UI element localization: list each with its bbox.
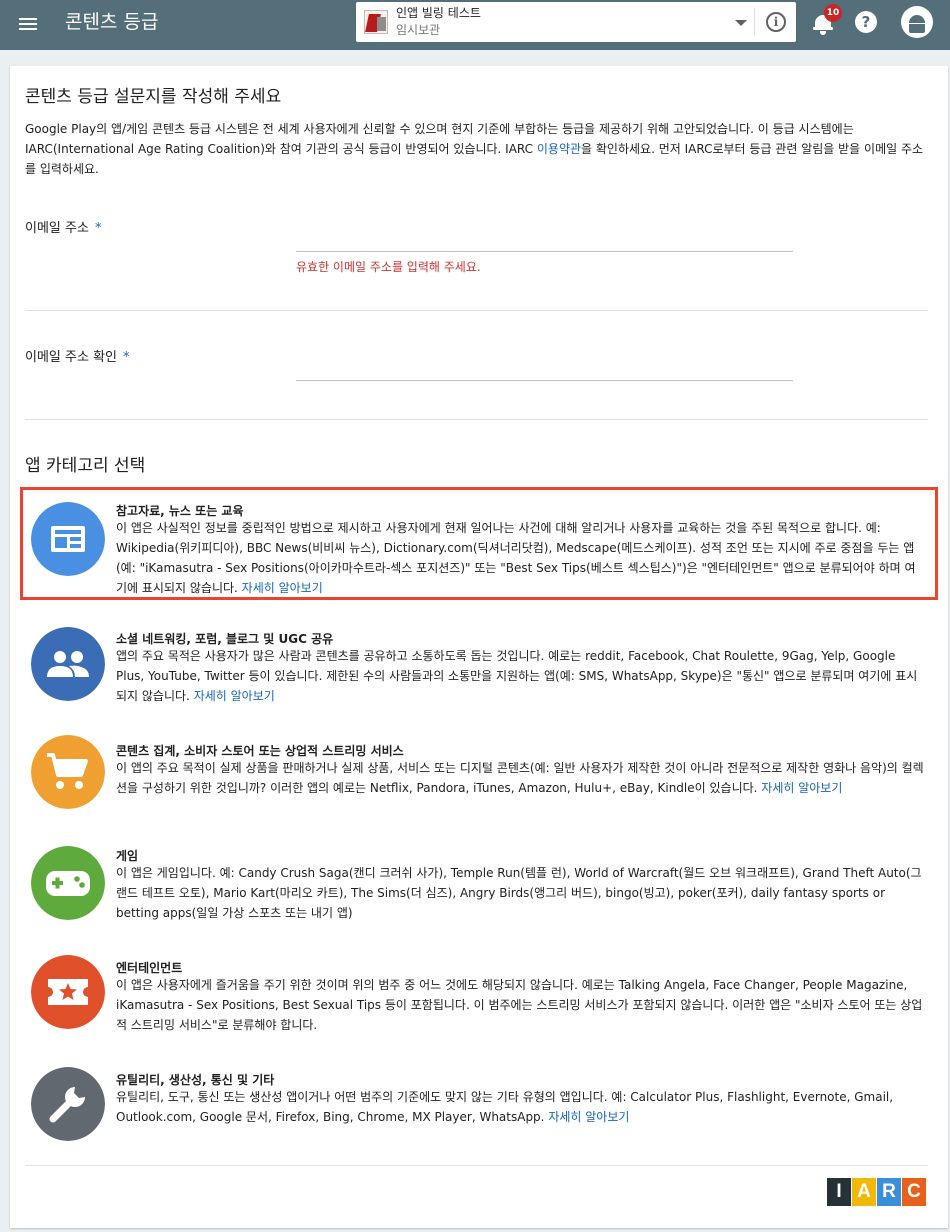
category-title: 유틸리티, 생산성, 통신 및 기타 [116, 1073, 275, 1087]
email-confirm-label: 이메일 주소 확인 * [25, 346, 130, 365]
category-option-games[interactable]: 게임 이 앱은 게임입니다. 예: Candy Crush Saga(캔디 크러… [20, 838, 938, 938]
app-name: 인앱 빌링 테스트 [396, 6, 481, 20]
divider [25, 1165, 928, 1166]
category-description-text: 이 앱은 사용자에게 즐거움을 주기 위한 것이며 위의 범주 중 어느 것에도… [116, 978, 923, 1032]
email-confirm-label-text: 이메일 주소 확인 [25, 350, 117, 365]
category-description-text: 유틸리티, 도구, 통신 또는 생산성 앱이거나 어떤 범주의 기준에도 맞지 … [116, 1090, 894, 1124]
category-description-text: 이 앱은 게임입니다. 예: Candy Crush Saga(캔디 크러쉬 사… [116, 866, 922, 920]
learn-more-link[interactable]: 자세히 알아보기 [194, 689, 275, 703]
category-title: 엔터테인먼트 [116, 961, 183, 975]
cart-icon [31, 735, 105, 809]
page-title: 콘텐츠 등급 [65, 11, 159, 33]
wrench-icon [31, 1067, 105, 1141]
category-option-store-streaming[interactable]: 콘텐츠 집계, 소비자 스토어 또는 상업적 스트리밍 서비스 이 앱의 주요 … [20, 731, 938, 831]
app-selector-dropdown[interactable]: 인앱 빌링 테스트 임시보관 i [356, 2, 796, 42]
category-title: 참고자료, 뉴스 또는 교육 [116, 504, 244, 518]
category-option-reference-news-education[interactable]: 참고자료, 뉴스 또는 교육 이 앱은 사실적인 정보를 중립적인 방법으로 제… [20, 487, 938, 600]
category-description: 이 앱은 사용자에게 즐거움을 주기 위한 것이며 위의 범주 중 어느 것에도… [116, 975, 926, 1035]
iarc-logo-letter: I [827, 1178, 851, 1206]
terms-link[interactable]: 이용약관 [537, 142, 581, 156]
category-option-social-networking[interactable]: 소셜 네트워킹, 포럼, 블로그 및 UGC 공유 앱의 주요 목적은 사용자가… [20, 619, 938, 719]
chevron-down-icon [735, 20, 747, 26]
account-avatar[interactable] [901, 6, 933, 38]
category-description-text: 이 앱은 사실적인 정보를 중립적인 방법으로 제시하고 사용자에게 현재 일어… [116, 521, 916, 595]
email-field[interactable] [296, 226, 793, 252]
menu-icon[interactable] [16, 12, 40, 36]
iarc-logo: I A R C [827, 1178, 927, 1206]
email-error-text: 유효한 이메일 주소를 입력해 주세요. [296, 260, 481, 274]
divider [25, 419, 928, 420]
gamepad-icon [31, 846, 105, 920]
email-label-text: 이메일 주소 [25, 221, 89, 236]
info-icon[interactable]: i [766, 12, 786, 32]
category-section-title: 앱 카테고리 선택 [25, 456, 146, 476]
email-label: 이메일 주소 * [25, 217, 101, 236]
category-description: 앱의 주요 목적은 사용자가 많은 사람과 콘텐츠를 공유하고 소통하도록 돕는… [116, 646, 926, 706]
category-description: 이 앱은 게임입니다. 예: Candy Crush Saga(캔디 크러쉬 사… [116, 863, 926, 923]
category-option-entertainment[interactable]: 엔터테인먼트 이 앱은 사용자에게 즐거움을 주기 위한 것이며 위의 범주 중… [20, 950, 938, 1050]
ticket-star-icon [31, 955, 105, 1029]
intro-text: Google Play의 앱/게임 콘텐츠 등급 시스템은 전 세계 사용자에게… [25, 119, 930, 179]
category-description: 유틸리티, 도구, 통신 또는 생산성 앱이거나 어떤 범주의 기준에도 맞지 … [116, 1087, 926, 1127]
category-option-utility[interactable]: 유틸리티, 생산성, 통신 및 기타 유틸리티, 도구, 통신 또는 생산성 앱… [20, 1062, 938, 1162]
iarc-logo-letter: A [852, 1178, 876, 1206]
category-description: 이 앱의 주요 목적이 실제 상품을 판매하거나 실제 상품, 서비스 또는 디… [116, 758, 926, 798]
required-mark: * [123, 350, 130, 365]
learn-more-link[interactable]: 자세히 알아보기 [242, 581, 323, 595]
notification-count-badge: 10 [824, 4, 842, 22]
divider [25, 310, 928, 311]
category-title: 게임 [116, 849, 139, 863]
top-app-bar: 콘텐츠 등급 인앱 빌링 테스트 임시보관 i 10 ? [0, 0, 950, 50]
iarc-logo-letter: R [877, 1178, 901, 1206]
learn-more-link[interactable]: 자세히 알아보기 [761, 781, 842, 795]
questionnaire-card: 콘텐츠 등급 설문지를 작성해 주세요 Google Play의 앱/게임 콘텐… [10, 66, 948, 1228]
category-description: 이 앱은 사실적인 정보를 중립적인 방법으로 제시하고 사용자에게 현재 일어… [116, 518, 926, 598]
iarc-logo-letter: C [902, 1178, 926, 1206]
category-title: 소셜 네트워킹, 포럼, 블로그 및 UGC 공유 [116, 632, 334, 646]
app-thumbnail-icon [364, 10, 388, 34]
help-icon[interactable]: ? [855, 11, 877, 33]
people-icon [31, 627, 105, 701]
learn-more-link[interactable]: 자세히 알아보기 [548, 1110, 629, 1124]
app-status: 임시보관 [396, 23, 441, 37]
email-confirm-field[interactable] [296, 355, 793, 381]
questionnaire-title: 콘텐츠 등급 설문지를 작성해 주세요 [25, 87, 282, 107]
required-mark: * [94, 221, 102, 236]
newspaper-icon [31, 502, 105, 576]
divider [754, 8, 755, 36]
category-title: 콘텐츠 집계, 소비자 스토어 또는 상업적 스트리밍 서비스 [116, 744, 404, 758]
